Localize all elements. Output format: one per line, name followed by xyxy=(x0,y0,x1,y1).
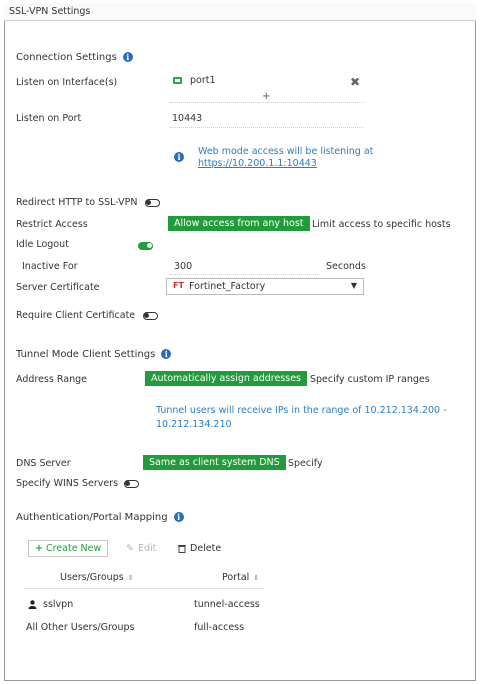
user-icon xyxy=(28,600,37,609)
row-portal: tunnel-access xyxy=(194,599,260,610)
redirect-row: Redirect HTTP to SSL-VPN xyxy=(16,197,161,208)
seconds-unit-label: Seconds xyxy=(326,261,366,272)
column-header-users[interactable]: Users/Groups ⇕ xyxy=(60,572,134,583)
wins-row: Specify WINS Servers xyxy=(16,478,140,489)
port-field-underline xyxy=(170,127,364,128)
redirect-toggle[interactable] xyxy=(145,198,161,207)
tunnel-mode-heading: Tunnel Mode Client Settings i xyxy=(16,349,172,360)
plus-icon: + xyxy=(35,543,43,554)
idle-logout-label: Idle Logout xyxy=(16,239,69,250)
require-client-cert-label: Require Client Certificate xyxy=(16,310,136,321)
info-icon: i xyxy=(174,152,184,162)
interface-field-underline xyxy=(170,102,364,103)
sort-icon: ⇕ xyxy=(253,574,260,582)
same-as-client-dns-button[interactable]: Same as client system DNS xyxy=(143,455,286,470)
remove-interface-icon[interactable]: ✖ xyxy=(350,75,360,89)
listen-interface-label: Listen on Interface(s) xyxy=(16,77,118,88)
wins-toggle[interactable] xyxy=(124,479,140,488)
pencil-icon: ✎ xyxy=(126,543,134,554)
auto-assign-addresses-button[interactable]: Automatically assign addresses xyxy=(145,371,308,386)
table-row[interactable]: sslvpn xyxy=(28,599,73,610)
wins-label: Specify WINS Servers xyxy=(16,478,119,489)
network-port-icon xyxy=(173,77,182,84)
info-icon[interactable]: i xyxy=(122,52,133,62)
create-new-label: Create New xyxy=(45,543,102,554)
info-icon[interactable]: i xyxy=(173,512,184,522)
redirect-label: Redirect HTTP to SSL-VPN xyxy=(16,197,138,208)
idle-logout-toggle[interactable] xyxy=(138,241,153,250)
table-header-divider xyxy=(24,588,264,589)
certificate-icon: FT xyxy=(173,281,184,290)
edit-button[interactable]: ✎ Edit xyxy=(126,543,156,554)
tunnel-mode-label: Tunnel Mode Client Settings xyxy=(16,349,156,360)
web-mode-note: Web mode access will be listening at xyxy=(198,146,374,157)
column-header-portal[interactable]: Portal ⇕ xyxy=(222,572,259,583)
row-portal: full-access xyxy=(194,622,245,633)
row-user: sslvpn xyxy=(43,599,74,610)
require-client-cert-toggle[interactable] xyxy=(143,311,159,320)
restrict-access-label: Restrict Access xyxy=(16,219,88,230)
custom-ip-ranges-button[interactable]: Specify custom IP ranges xyxy=(310,374,430,385)
delete-label: Delete xyxy=(190,543,222,554)
interface-entry: port1 xyxy=(172,75,216,86)
dns-server-label: DNS Server xyxy=(16,458,71,469)
connection-settings-heading: Connection Settings i xyxy=(16,52,133,63)
info-icon[interactable]: i xyxy=(161,349,172,359)
idle-logout-row: Idle Logout xyxy=(16,239,69,250)
address-range-label: Address Range xyxy=(16,374,87,385)
auth-mapping-label: Authentication/Portal Mapping xyxy=(16,512,168,523)
tunnel-range-note-line2: 10.212.134.210 xyxy=(156,419,232,430)
create-new-button[interactable]: + Create New xyxy=(28,540,109,557)
edit-label: Edit xyxy=(137,543,157,554)
allow-any-host-button[interactable]: Allow access from any host xyxy=(168,216,310,231)
trash-icon xyxy=(178,545,186,553)
listen-port-label: Listen on Port xyxy=(16,113,82,124)
listen-port-input[interactable]: 10443 xyxy=(172,113,202,124)
inactive-for-input[interactable]: 300 xyxy=(174,261,192,272)
server-certificate-value: Fortinet_Factory xyxy=(189,281,266,292)
connection-settings-label: Connection Settings xyxy=(16,52,117,63)
delete-button[interactable]: Delete xyxy=(178,543,221,554)
server-certificate-select[interactable]: FT Fortinet_Factory ▼ xyxy=(166,278,364,295)
sort-icon: ⇕ xyxy=(127,574,134,582)
add-interface-icon[interactable]: + xyxy=(262,91,270,102)
chevron-down-icon: ▼ xyxy=(350,281,357,290)
panel-title: SSL-VPN Settings xyxy=(9,6,91,17)
require-client-cert-row: Require Client Certificate xyxy=(16,310,159,321)
server-certificate-label: Server Certificate xyxy=(16,282,100,293)
limit-hosts-button[interactable]: Limit access to specific hosts xyxy=(312,219,451,230)
web-mode-url-link[interactable]: https://10.200.1.1:10443 xyxy=(198,158,317,169)
specify-dns-button[interactable]: Specify xyxy=(288,458,323,469)
interface-value: port1 xyxy=(190,75,216,86)
tunnel-range-note-line1: Tunnel users will receive IPs in the ran… xyxy=(156,405,447,416)
row-user[interactable]: All Other Users/Groups xyxy=(26,622,134,633)
users-groups-header: Users/Groups xyxy=(60,572,124,583)
inactive-field-underline xyxy=(170,274,320,275)
inactive-for-label: Inactive For xyxy=(22,261,78,272)
portal-header: Portal xyxy=(222,572,250,583)
auth-mapping-heading: Authentication/Portal Mapping i xyxy=(16,512,184,523)
